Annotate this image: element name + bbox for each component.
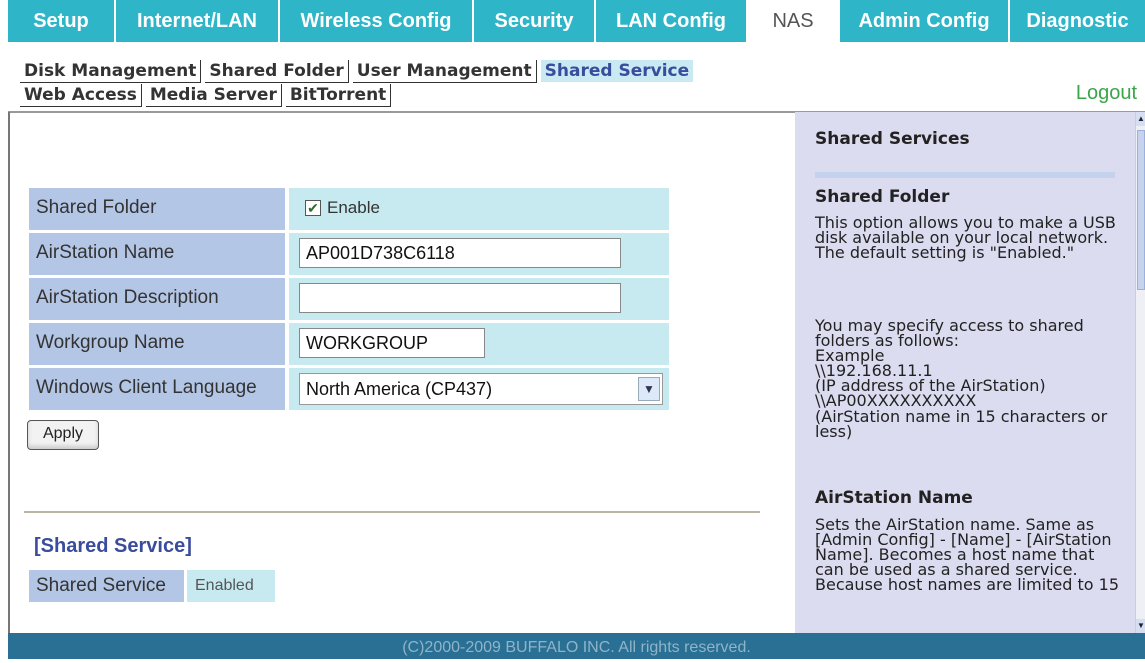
tab-diagnostic[interactable]: Diagnostic [1010, 0, 1145, 42]
subtab-bittorrent[interactable]: BitTorrent [285, 84, 392, 107]
shared-service-status: Enabled [187, 570, 275, 602]
scroll-up-icon[interactable]: ▲ [1136, 112, 1145, 126]
subtab-shared-folder[interactable]: Shared Folder [205, 60, 349, 83]
section-divider [24, 511, 760, 513]
scroll-down-icon[interactable]: ▼ [1136, 619, 1145, 633]
help-example-name: \\AP00XXXXXXXXXX [815, 391, 977, 410]
tab-nas[interactable]: NAS [748, 0, 840, 42]
help-title: Shared Services [815, 129, 970, 149]
help-shared-folder-access-text: You may specify access to shared folders… [815, 316, 1084, 350]
windows-client-language-select[interactable]: North America (CP437) ▼ [299, 373, 663, 405]
windows-client-language-value: North America (CP437) [306, 379, 493, 399]
subnav-row-1: Disk Management Shared Folder User Manag… [20, 60, 697, 83]
airstation-name-cell: AP001D738C6118 [289, 233, 669, 275]
logout-link[interactable]: Logout [1076, 82, 1137, 105]
workgroup-name-cell: WORKGROUP [289, 323, 669, 365]
airstation-name-label: AirStation Name [29, 233, 285, 275]
tab-security[interactable]: Security [474, 0, 596, 42]
subtab-user-management[interactable]: User Management [352, 60, 537, 83]
help-example-name-note: (AirStation name in 15 characters or les… [815, 407, 1108, 441]
left-border [8, 112, 10, 633]
help-scrollbar[interactable]: ▲ ▼ [1135, 112, 1145, 633]
enable-checkbox-label[interactable]: Enable [327, 198, 380, 218]
shared-folder-label: Shared Folder [29, 188, 285, 230]
subtab-disk-management[interactable]: Disk Management [20, 60, 202, 83]
tab-wireless-config[interactable]: Wireless Config [280, 0, 474, 42]
tab-setup[interactable]: Setup [8, 0, 116, 42]
tab-lan-config[interactable]: LAN Config [596, 0, 748, 42]
subtab-web-access[interactable]: Web Access [20, 84, 142, 107]
chevron-down-icon[interactable]: ▼ [638, 377, 660, 401]
help-panel: Shared Services Shared Folder This optio… [795, 112, 1135, 633]
help-divider [815, 172, 1115, 178]
help-airstation-name-heading: AirStation Name [815, 488, 973, 508]
help-shared-folder-text: This option allows you to make a USB dis… [815, 213, 1116, 262]
subnav-row-2: Web Access Media Server BitTorrent [20, 84, 395, 107]
help-airstation-name-text: Sets the AirStation name. Same as [Admin… [815, 515, 1119, 594]
airstation-description-input[interactable] [299, 283, 621, 313]
apply-button[interactable]: Apply [27, 420, 99, 450]
workgroup-name-label: Workgroup Name [29, 323, 285, 365]
shared-service-label: Shared Service [29, 570, 184, 602]
airstation-description-label: AirStation Description [29, 278, 285, 320]
subtab-media-server[interactable]: Media Server [145, 84, 282, 107]
tab-admin-config[interactable]: Admin Config [840, 0, 1010, 42]
top-nav: Setup Internet/LAN Wireless Config Secur… [8, 0, 1145, 42]
tab-internet-lan[interactable]: Internet/LAN [116, 0, 280, 42]
airstation-name-input[interactable]: AP001D738C6118 [299, 238, 621, 268]
windows-client-language-label: Windows Client Language [29, 368, 285, 410]
subtab-shared-service[interactable]: Shared Service [540, 60, 694, 82]
footer-copyright: (C)2000-2009 BUFFALO INC. All rights res… [8, 633, 1145, 659]
airstation-description-cell [289, 278, 669, 320]
scroll-thumb[interactable] [1137, 130, 1145, 290]
workgroup-name-input[interactable]: WORKGROUP [299, 328, 485, 358]
help-shared-folder-heading: Shared Folder [815, 187, 950, 207]
windows-client-language-cell: North America (CP437) ▼ [289, 368, 669, 410]
shared-service-title: [Shared Service] [34, 535, 192, 557]
shared-folder-value: ✔ Enable [289, 188, 669, 230]
enable-checkbox[interactable]: ✔ [305, 200, 321, 216]
